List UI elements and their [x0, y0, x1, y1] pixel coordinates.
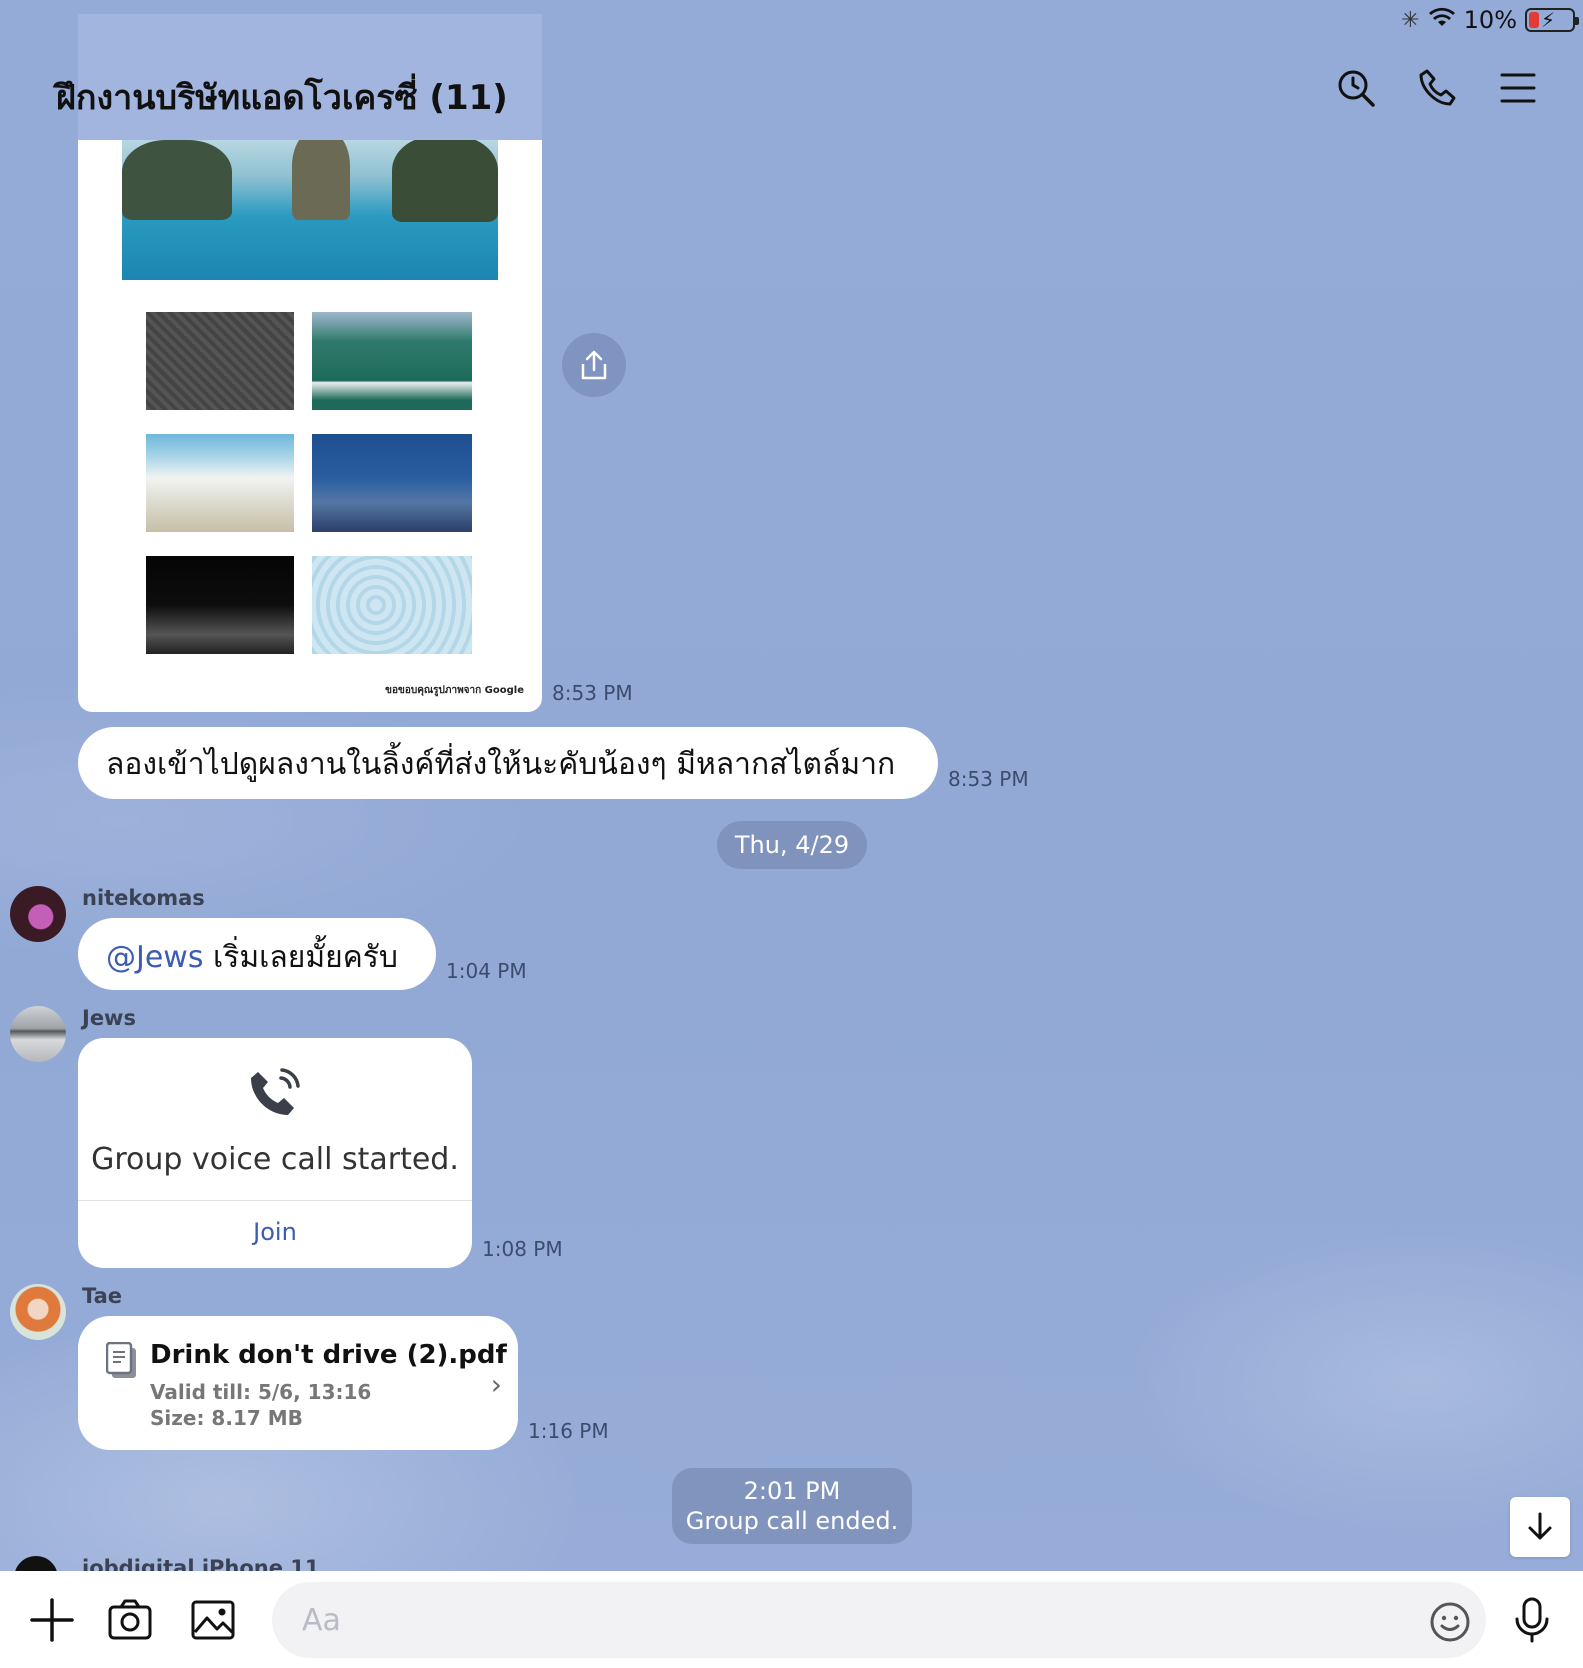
voice-call-icon	[248, 1062, 306, 1120]
mention-tag[interactable]: @Jews	[106, 940, 203, 975]
document-icon	[105, 1341, 138, 1380]
file-message-card[interactable]: Drink don't drive (2).pdf Valid till: 5/…	[78, 1316, 518, 1450]
thumbnail	[146, 312, 294, 410]
join-call-button[interactable]: Join	[78, 1218, 472, 1246]
share-button[interactable]	[562, 333, 626, 397]
avatar[interactable]	[10, 886, 66, 942]
microphone-icon[interactable]	[1508, 1596, 1556, 1644]
file-name: Drink don't drive (2).pdf	[150, 1340, 507, 1370]
arrow-down-icon	[1528, 1512, 1552, 1540]
thumbnail	[312, 556, 472, 654]
sender-name: nitekomas	[82, 886, 205, 910]
call-ended-notice: 2:01 PM Group call ended.	[672, 1468, 912, 1544]
message-input[interactable]	[272, 1582, 1486, 1658]
phone-icon[interactable]	[1416, 66, 1460, 110]
date-separator: Thu, 4/29	[717, 821, 867, 869]
share-icon	[581, 350, 607, 380]
image-icon[interactable]	[189, 1596, 237, 1644]
message-time: 1:08 PM	[482, 1237, 563, 1261]
sender-name: Jews	[82, 1006, 136, 1030]
thumbnail	[312, 434, 472, 532]
mention-message-bubble[interactable]: @Jews เริ่มเลยมั้ยครับ	[78, 918, 436, 990]
bay-photo	[122, 140, 498, 280]
plus-icon[interactable]	[28, 1596, 76, 1644]
call-ended-time: 2:01 PM	[743, 1477, 841, 1505]
avatar[interactable]	[10, 1006, 66, 1062]
message-text: เริ่มเลยมั้ยครับ	[203, 940, 398, 975]
menu-icon[interactable]	[1496, 66, 1540, 110]
battery-percent: 10%	[1463, 6, 1517, 34]
group-call-card: Group voice call started. Join	[78, 1038, 472, 1268]
message-time: 8:53 PM	[948, 767, 1029, 791]
wifi-icon	[1428, 6, 1456, 34]
sender-name: Tae	[82, 1284, 123, 1308]
status-bar: ✳ 10% ⚡	[1401, 6, 1579, 34]
photo-thumbnails	[146, 312, 472, 654]
camera-icon[interactable]	[106, 1596, 154, 1644]
battery-icon: ⚡	[1525, 8, 1579, 32]
loading-icon: ✳	[1401, 7, 1420, 33]
avatar[interactable]	[10, 1284, 66, 1340]
emoji-icon[interactable]	[1426, 1598, 1474, 1646]
file-valid-till: Valid till: 5/6, 13:16	[150, 1380, 372, 1404]
chat-title[interactable]: ฝึกงานบริษัทแอดโวเครซี่ (11)	[56, 70, 508, 124]
thumbnail	[146, 556, 294, 654]
thumbnail	[146, 434, 294, 532]
scroll-to-bottom-button[interactable]	[1510, 1497, 1570, 1557]
divider	[78, 1200, 472, 1201]
call-ended-text: Group call ended.	[685, 1507, 899, 1535]
message-time: 1:16 PM	[528, 1419, 609, 1443]
image-message[interactable]: ขอขอบคุณรูปภาพจาก Google	[78, 140, 542, 712]
call-status-text: Group voice call started.	[91, 1142, 459, 1177]
search-history-icon[interactable]	[1334, 66, 1378, 110]
image-credit: ขอขอบคุณรูปภาพจาก Google	[385, 685, 524, 696]
message-time: 1:04 PM	[446, 959, 527, 983]
chevron-right-icon: ›	[490, 1368, 502, 1401]
text-message-bubble[interactable]: ลองเข้าไปดูผลงานในลิ้งค์ที่ส่งให้นะคับน้…	[78, 727, 938, 799]
file-size: Size: 8.17 MB	[150, 1406, 303, 1430]
thumbnail	[312, 312, 472, 410]
message-time: 8:53 PM	[552, 681, 633, 705]
